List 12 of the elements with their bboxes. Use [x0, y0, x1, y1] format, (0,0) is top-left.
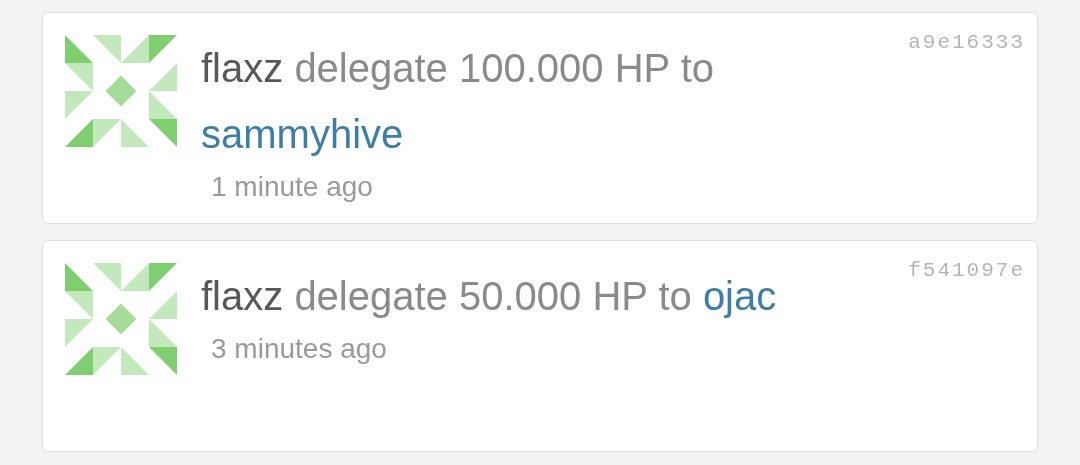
transaction-hash: a9e16333 — [908, 31, 1025, 54]
avatar-icon — [65, 35, 177, 147]
user-link[interactable]: sammyhive — [201, 112, 404, 156]
user-link[interactable]: flaxz — [201, 274, 284, 318]
timestamp: 1 minute ago — [211, 171, 374, 203]
transaction-hash: f541097e — [908, 259, 1025, 282]
user-link[interactable]: ojac — [702, 274, 777, 318]
activity-text: flaxz delegate 50.000 HP to ojac — [201, 273, 777, 320]
avatar-icon — [65, 263, 177, 375]
activity-text: flaxz delegate 100.000 HP to sammyhive — [201, 45, 715, 158]
user-link[interactable]: flaxz — [201, 46, 284, 90]
timestamp: 3 minutes ago — [211, 333, 388, 365]
